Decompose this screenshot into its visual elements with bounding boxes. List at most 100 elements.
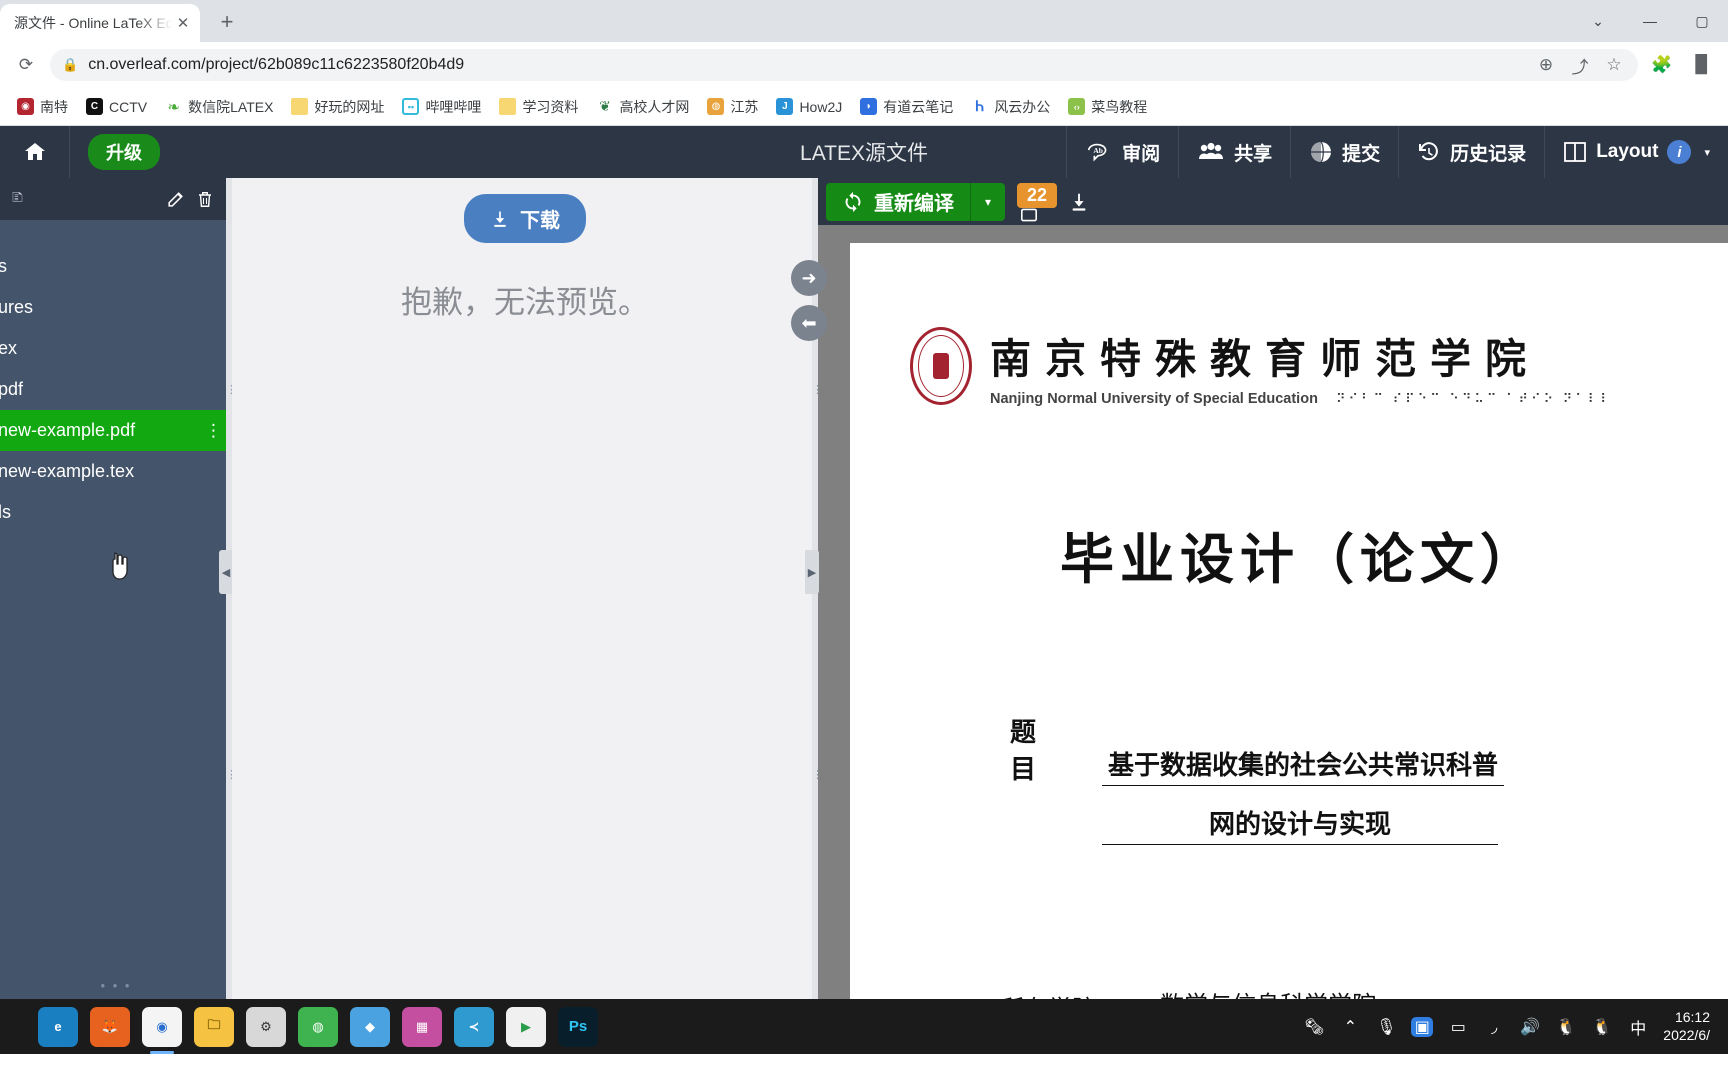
tab-title: 源文件 - Online LaTeX Ed [14,15,172,31]
layout-button[interactable]: Layout i ▾ [1544,126,1728,178]
qq-icon-2[interactable]: 🐧 [1591,1017,1613,1037]
file-name: ex [0,338,18,358]
bookmark-item[interactable]: C CCTV [79,94,154,119]
taskbar-app-vscode[interactable]: ≺ [454,1006,494,1047]
file-tree-item[interactable]: ures [0,287,232,328]
cctv-favicon: C [86,98,103,115]
screenshot-icon[interactable]: ▣ [1411,1016,1434,1037]
taskbar-app-tim[interactable]: ◆ [350,1006,390,1047]
info-icon[interactable]: i [1667,140,1692,164]
university-header: 南京特殊教育师范学院 Nanjing Normal University of … [850,325,1728,407]
bookmark-item[interactable]: ▪▪ 哔哩哔哩 [395,93,488,121]
browser-chrome: 源文件 - Online LaTeX Ed ✕ + ⌄ — ▢ ⟳ 🔒 cn.o… [0,0,1728,126]
kebab-menu-icon[interactable]: ⋮ [205,422,222,439]
puzzle-icon[interactable]: 🧩 [1646,49,1678,81]
history-button[interactable]: 历史记录 [1398,126,1544,178]
star-icon[interactable]: ☆ [1602,49,1626,81]
file-tree-item[interactable]: s [0,246,232,287]
file-name: ures [0,297,34,317]
bookmark-item[interactable]: ❦ 高校人才网 [589,93,696,121]
address-bar[interactable]: 🔒 cn.overleaf.com/project/62b089c11c6223… [50,49,1638,81]
pencil-icon[interactable] [160,184,190,214]
show-hidden-icons-icon[interactable]: ⌃ [1339,1017,1361,1037]
upgrade-button[interactable]: 升级 [88,134,160,170]
bookmark-item[interactable]: ◉ 南特 [10,93,75,121]
chevron-down-icon[interactable]: ▾ [1704,146,1710,159]
university-name-cn: 南京特殊教育师范学院 [990,335,1540,383]
sync-to-pdf-button[interactable]: ➜ [791,260,827,296]
zoom-icon[interactable]: ⊕ [1534,49,1558,81]
profile-icon[interactable]: ▉ [1686,49,1718,81]
taskbar-app-explorer[interactable]: 🗀 [194,1006,234,1047]
bookmark-item[interactable]: ‹› 菜鸟教程 [1061,93,1154,121]
share-button[interactable]: 共享 [1178,126,1290,178]
minimize-button[interactable]: — [1624,0,1676,42]
bookmark-label: 学习资料 [522,98,579,115]
taskbar-app-wechat[interactable]: ◍ [298,1006,338,1047]
taskbar-app-idea[interactable]: ▦ [402,1006,442,1047]
file-tree-item-selected[interactable]: new-example.pdf ⋮ [0,410,232,451]
collapse-file-tree-button[interactable]: ◀ [219,550,232,594]
share-label: 共享 [1234,143,1273,165]
taskbar-clock[interactable]: 16:12 2022/6/ [1663,1009,1714,1044]
bookmark-item[interactable]: Ꮒ 风云办公 [964,93,1057,121]
news-icon[interactable]: 🗞 [1303,1017,1325,1037]
bookmark-item[interactable]: 学习资料 [492,93,585,121]
review-button[interactable]: Ab 审阅 [1066,126,1178,178]
battery-icon[interactable]: ▭ [1447,1017,1469,1037]
no-preview-message: 抱歉，无法预览。 [401,285,649,320]
microphone-icon[interactable]: 🎙 [1375,1017,1397,1037]
overleaf-app: 升级 LATEX源文件 Ab 审阅 共享 提交 历史记录 Layout i ▾ … [0,126,1728,999]
wifi-icon[interactable]: ◞ [1483,1017,1505,1037]
home-icon[interactable] [0,126,70,178]
volume-icon[interactable]: 🔊 [1519,1017,1541,1037]
issue-count-badge[interactable]: 22 [1017,183,1058,208]
share-icon[interactable]: ⤴ [1568,49,1592,81]
taskbar-app-edge[interactable]: e [38,1006,78,1047]
bookmark-item[interactable]: J How2J [769,94,849,119]
bilibili-favicon: ▪▪ [402,98,420,115]
collapse-preview-button[interactable]: ▶ [805,550,819,594]
file-tree-item[interactable]: pdf [0,369,232,410]
new-tab-button[interactable]: + [210,5,244,39]
layout-label: Layout [1596,141,1659,162]
thesis-title-row: 题 目 基于数据收集的社会公共常识科普 [1010,712,1728,786]
file-tree-item[interactable]: ex [0,328,232,369]
bookmark-item[interactable]: 好玩的网址 [284,93,391,121]
file-name: s [0,256,7,276]
file-tree-toolbar-left[interactable]: 🗈 [12,187,160,212]
maximize-button[interactable]: ▢ [1676,0,1728,42]
download-button[interactable]: 下载 [464,194,586,243]
file-tree-panel: 🗈 s ures ex pdf new-example.pdf ⋮ new-ex… [0,178,232,999]
taskbar-app-settings[interactable]: ⚙ [246,1006,286,1047]
leaf-favicon: ❧ [167,98,180,116]
sync-to-code-button[interactable]: ⬅ [791,305,827,341]
file-tree-item[interactable]: new-example.tex [0,451,232,492]
browser-tab[interactable]: 源文件 - Online LaTeX Ed ✕ [0,4,200,42]
file-tree-item[interactable]: ls [0,492,232,533]
recompile-options-button[interactable]: ▾ [970,182,1006,221]
taskbar-app-chrome[interactable]: ◉ [142,1006,182,1054]
file-tree-resize-grip[interactable]: • • • [0,978,232,993]
taskbar-app-firefox[interactable]: 🦊 [90,1006,130,1047]
trash-icon[interactable] [190,184,220,214]
bookmark-item[interactable]: ❧ 数信院LATEX [158,93,280,121]
chevron-down-icon[interactable]: ⌄ [1572,0,1624,42]
taskbar-app-media[interactable]: ▶ [506,1006,546,1047]
ime-indicator-icon[interactable]: 中 [1627,1015,1649,1039]
bookmark-label: 风云办公 [994,98,1051,115]
department-label: 所在学院: [1000,989,1104,999]
pdf-preview-panel: 重新编译 ▾ 22 南京特殊教育师范学院 Nanjing Normal Univ… [818,178,1728,999]
bookmark-item[interactable]: ◗ 有道云笔记 [853,93,960,121]
reload-icon[interactable]: ⟳ [10,49,42,81]
download-icon[interactable] [1061,182,1097,222]
qq-icon[interactable]: 🐧 [1555,1017,1577,1037]
submit-button[interactable]: 提交 [1290,126,1398,178]
taskbar-app-photoshop[interactable]: Ps [558,1006,598,1047]
university-names: 南京特殊教育师范学院 Nanjing Normal University of … [990,325,1690,407]
close-icon[interactable]: ✕ [172,12,194,34]
bookmark-item[interactable]: ◍ 江苏 [700,93,765,121]
review-label: 审阅 [1122,143,1161,165]
pdf-viewport[interactable]: 南京特殊教育师范学院 Nanjing Normal University of … [818,225,1728,999]
recompile-button[interactable]: 重新编译 [826,182,970,221]
